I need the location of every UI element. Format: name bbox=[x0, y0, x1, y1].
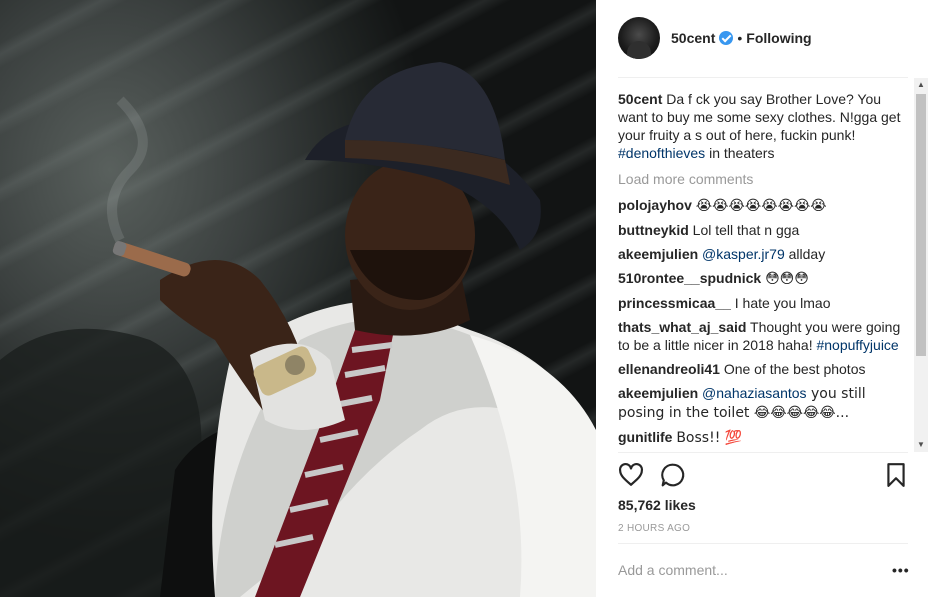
caption-suffix: in theaters bbox=[705, 145, 775, 161]
scroll-up-arrow-icon[interactable]: ▲ bbox=[914, 78, 928, 92]
comment-item: polojayhov 😭😭😭😭😭😭😭😭 bbox=[618, 196, 908, 215]
more-options-icon[interactable]: ••• bbox=[892, 562, 910, 578]
comment-item: gunitlife Boss!! 💯 bbox=[618, 428, 908, 447]
comment-text: I hate you lmao bbox=[734, 295, 831, 311]
comment-mention[interactable]: @nahaziasantos bbox=[702, 385, 807, 401]
following-button[interactable]: Following bbox=[746, 30, 811, 46]
comment-username[interactable]: thats_what_aj_said bbox=[618, 319, 746, 335]
verified-badge-icon bbox=[719, 31, 734, 45]
comment-text: 😳😳😳 bbox=[765, 271, 809, 287]
comment-username[interactable]: buttneykid bbox=[618, 222, 689, 238]
username-link[interactable]: 50cent bbox=[671, 30, 715, 46]
comments-scrollbar[interactable]: ▲ ▼ bbox=[914, 78, 928, 452]
caption-username[interactable]: 50cent bbox=[618, 91, 662, 107]
divider bbox=[618, 452, 908, 453]
comment-item: princessmicaa__ I hate you lmao bbox=[618, 294, 908, 312]
scrollbar-thumb[interactable] bbox=[916, 94, 926, 356]
likes-count[interactable]: 85,762 likes bbox=[618, 497, 696, 513]
post-caption: 50cent Da f ck you say Brother Love? You… bbox=[618, 90, 908, 162]
load-more-comments-button[interactable]: Load more comments bbox=[618, 170, 908, 188]
divider bbox=[618, 543, 908, 544]
comment-item: 510rontee__spudnick 😳😳😳 bbox=[618, 269, 908, 288]
man-in-fedora-illustration bbox=[0, 62, 596, 597]
comment-username[interactable]: ellenandreoli41 bbox=[618, 361, 720, 377]
comment-username[interactable]: gunitlife bbox=[618, 429, 672, 445]
bookmark-icon[interactable] bbox=[884, 462, 908, 493]
comment-item: akeemjulien @nahaziasantos you still pos… bbox=[618, 384, 908, 422]
comment-text: allday bbox=[784, 246, 826, 262]
comment-username[interactable]: akeemjulien bbox=[618, 246, 698, 262]
comment-text: 😭😭😭😭😭😭😭😭 bbox=[695, 198, 827, 214]
post-timestamp: 2 HOURS AGO bbox=[618, 523, 691, 534]
comment-username[interactable]: polojayhov bbox=[618, 197, 692, 213]
comment-item: akeemjulien @kasper.jr79 allday bbox=[618, 245, 908, 263]
separator-dot: • bbox=[737, 30, 743, 46]
username-row: 50cent • Following bbox=[671, 30, 812, 46]
post-side-panel: 50cent • Following 50cent Da f ck you sa… bbox=[596, 0, 928, 597]
speech-bubble-icon[interactable] bbox=[660, 462, 686, 493]
post-header: 50cent • Following bbox=[596, 0, 928, 77]
comment-username[interactable]: akeemjulien bbox=[618, 385, 698, 401]
action-bar bbox=[618, 462, 908, 490]
post-photo[interactable] bbox=[0, 0, 596, 597]
comment-text: Boss!! 💯 bbox=[676, 430, 743, 446]
comment-item: thats_what_aj_said Thought you were goin… bbox=[618, 318, 908, 354]
comment-hashtag[interactable]: #nopuffyjuice bbox=[816, 337, 898, 353]
caption-hashtag[interactable]: #denofthieves bbox=[618, 145, 705, 161]
comment-mention[interactable]: @kasper.jr79 bbox=[702, 246, 785, 262]
divider bbox=[618, 77, 908, 78]
add-comment-input[interactable]: Add a comment... bbox=[618, 562, 728, 578]
comment-item: ellenandreoli41 One of the best photos bbox=[618, 360, 908, 378]
comment-text: Lol tell that n gga bbox=[692, 222, 800, 238]
avatar[interactable] bbox=[618, 17, 660, 59]
comments-list: 50cent Da f ck you say Brother Love? You… bbox=[618, 90, 908, 452]
comment-username[interactable]: 510rontee__spudnick bbox=[618, 270, 761, 286]
comment-text: One of the best photos bbox=[723, 361, 866, 377]
scroll-down-arrow-icon[interactable]: ▼ bbox=[914, 438, 928, 452]
comment-username[interactable]: princessmicaa__ bbox=[618, 295, 731, 311]
comment-item: buttneykid Lol tell that n gga bbox=[618, 221, 908, 239]
heart-icon[interactable] bbox=[618, 462, 644, 493]
